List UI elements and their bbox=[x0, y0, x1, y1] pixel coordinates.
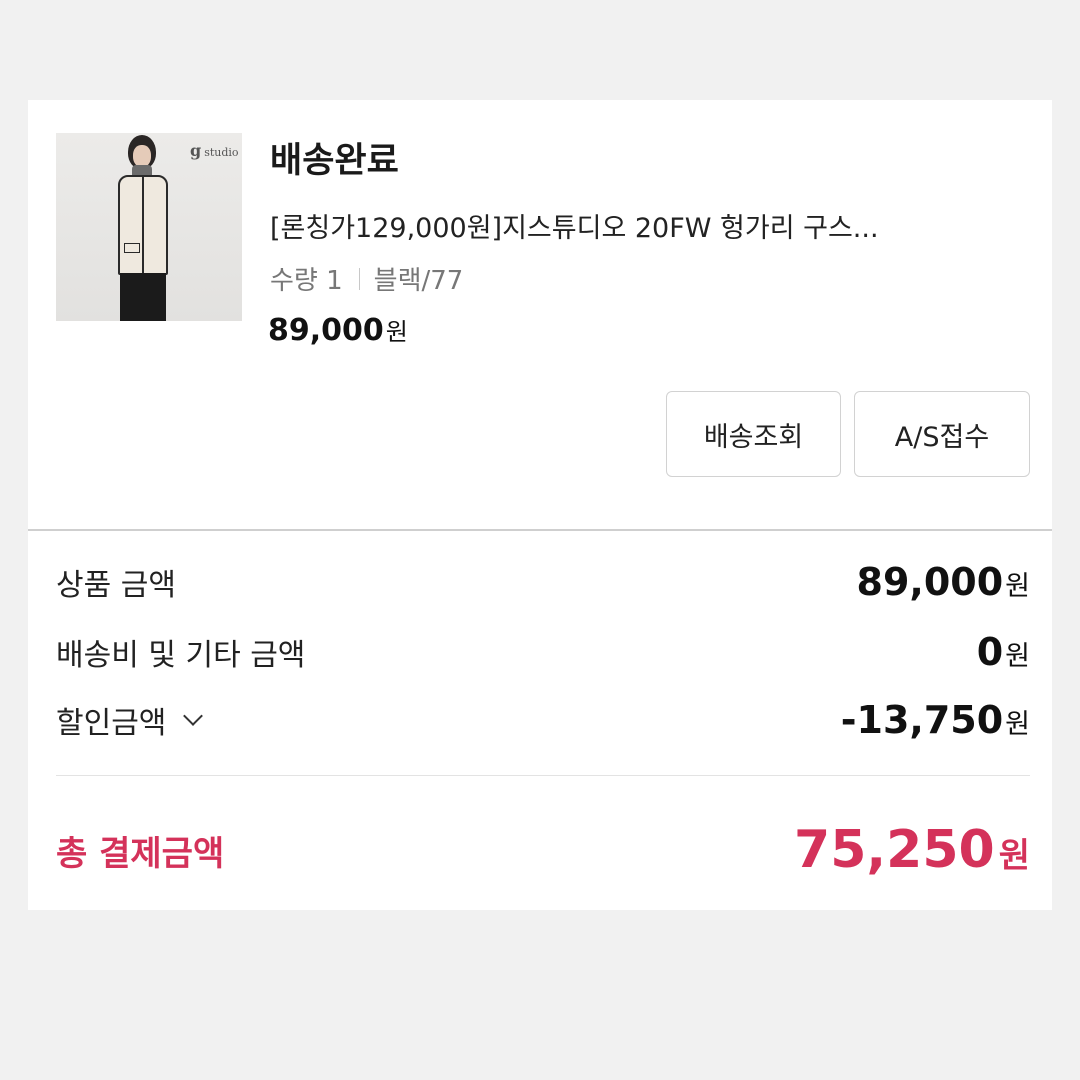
section-divider bbox=[28, 529, 1052, 531]
total-payment-value: 75,250 원 bbox=[794, 820, 1030, 880]
shipping-amount-label: 배송비 및 기타 금액 bbox=[56, 638, 306, 673]
as-request-button[interactable]: A/S접수 bbox=[854, 391, 1030, 477]
product-title[interactable]: [론칭가129,000원]지스튜디오 20FW 헝가리 구스... bbox=[270, 206, 1030, 245]
discount-amount-value: -13,750원 bbox=[840, 698, 1030, 742]
discount-toggle[interactable]: 할인금액 bbox=[56, 698, 204, 742]
discount-amount-row[interactable]: 할인금액 -13,750원 bbox=[56, 698, 1030, 742]
total-divider bbox=[56, 775, 1030, 776]
product-thumbnail[interactable]: g studio bbox=[56, 133, 242, 321]
brand-logo: g studio bbox=[190, 141, 239, 160]
option-label: 블랙/77 bbox=[373, 266, 464, 296]
jacket-illustration bbox=[118, 175, 168, 275]
track-delivery-button[interactable]: 배송조회 bbox=[666, 391, 841, 477]
total-payment-row: 총 결제금액 75,250 원 bbox=[56, 820, 1030, 880]
product-price: 89,000원 bbox=[268, 313, 408, 348]
skirt-illustration bbox=[120, 273, 166, 321]
product-amount-value: 89,000원 bbox=[856, 560, 1030, 604]
product-amount-label: 상품 금액 bbox=[56, 568, 176, 603]
delivery-status: 배송완료 bbox=[270, 141, 399, 181]
model-face bbox=[133, 145, 151, 167]
chevron-down-icon[interactable] bbox=[183, 706, 204, 726]
discount-label: 할인금액 bbox=[56, 706, 167, 741]
product-options: 수량 1 블랙/77 bbox=[270, 260, 463, 297]
total-payment-label: 총 결제금액 bbox=[56, 833, 225, 874]
order-card: g studio 배송완료 [론칭가129,000원]지스튜디오 20FW 헝가리… bbox=[28, 100, 1052, 910]
quantity-label: 수량 1 bbox=[270, 266, 343, 296]
option-divider bbox=[358, 267, 360, 290]
shipping-amount-value: 0원 bbox=[976, 630, 1030, 674]
product-amount-row: 상품 금액 89,000원 bbox=[56, 560, 1030, 604]
shipping-amount-row: 배송비 및 기타 금액 0원 bbox=[56, 630, 1030, 674]
